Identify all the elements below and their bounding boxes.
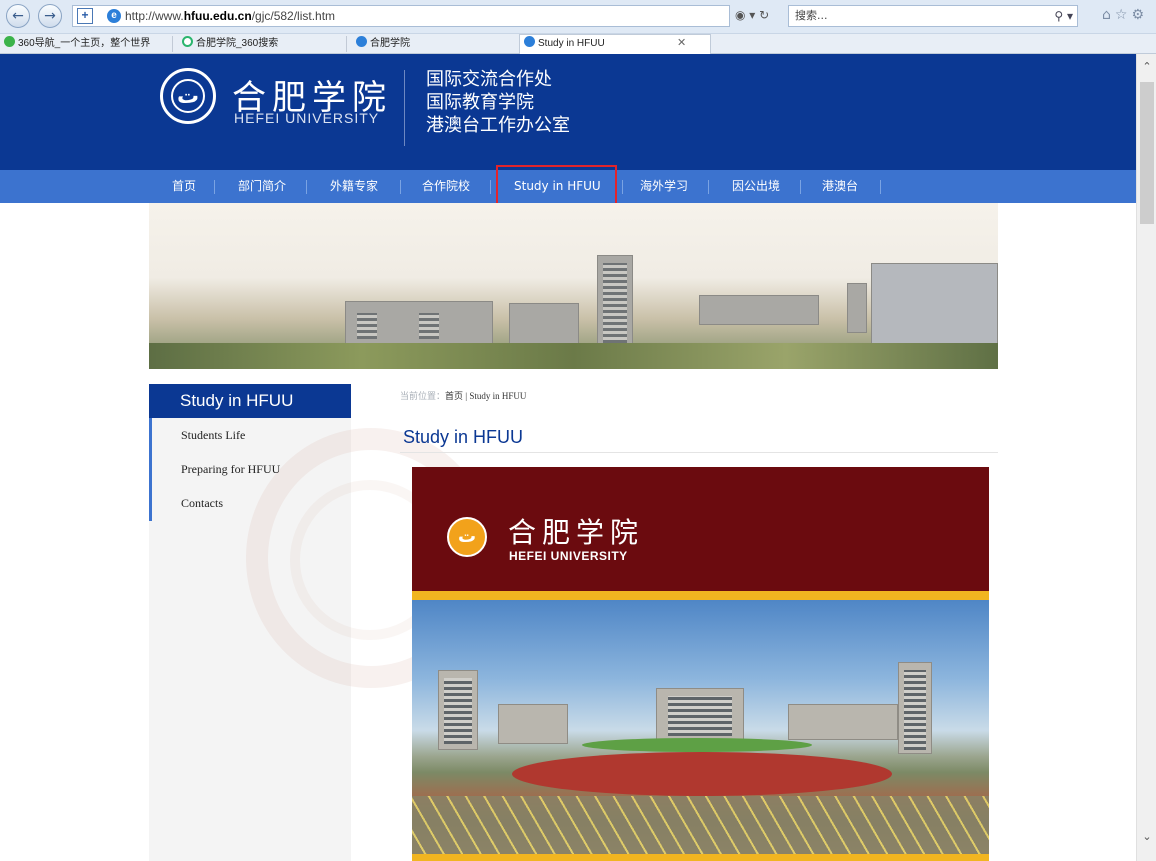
- breadcrumb-current[interactable]: Study in HFUU: [469, 391, 526, 401]
- breadcrumb-home[interactable]: 首页: [445, 391, 463, 401]
- breadcrumb: 当前位置：首页 | Study in HFUU: [400, 391, 527, 401]
- page-favicon-icon: e: [107, 9, 121, 23]
- study-poster-image: ت 合肥学院 HEFEI UNIVERSITY: [412, 467, 989, 861]
- back-icon[interactable]: ←: [6, 4, 30, 28]
- search-icon[interactable]: ⚲ ▾: [1054, 6, 1073, 26]
- tab-study-in-hfuu[interactable]: Study in HFUU: [524, 36, 605, 52]
- department-name: 国际交流合作处 国际教育学院 港澳台工作办公室: [426, 69, 570, 136]
- ie-icon: [524, 36, 535, 47]
- nav-official-abroad[interactable]: 因公出境: [732, 170, 780, 203]
- close-tab-icon[interactable]: ✕: [677, 36, 686, 49]
- toolbar-icons[interactable]: ⌂☆⚙: [1102, 7, 1148, 23]
- tab-360-search[interactable]: 合肥学院_360搜索: [182, 36, 278, 52]
- add-favorite-icon[interactable]: +: [77, 8, 93, 24]
- browser-address-bar: ← → + e http://www.hfuu.edu.cn/gjc/582/l…: [0, 0, 1156, 34]
- settings-gear-icon: ⚙: [1131, 7, 1148, 23]
- scroll-up-icon[interactable]: ⌃: [1137, 60, 1156, 73]
- search-input[interactable]: 搜索... ⚲ ▾: [788, 5, 1078, 27]
- scroll-thumb[interactable]: [1140, 82, 1154, 224]
- poster-logo-chinese: 合肥学院: [508, 516, 645, 549]
- browser-tab-bar: 360导航_一个主页，整个世界 合肥学院_360搜索 合肥学院 Study in…: [0, 34, 1156, 54]
- search-fav-icon: [182, 36, 193, 47]
- favorites-star-icon: ☆: [1114, 7, 1132, 23]
- logo-english[interactable]: HEFEI UNIVERSITY: [234, 110, 379, 126]
- title-divider: [400, 452, 998, 453]
- globe-icon: [4, 36, 15, 47]
- refresh-icon[interactable]: ◉ ▾ ↻: [735, 8, 769, 22]
- nav-dept-intro[interactable]: 部门简介: [238, 170, 286, 203]
- nav-hk-macau-taiwan[interactable]: 港澳台: [822, 170, 858, 203]
- nav-partner-schools[interactable]: 合作院校: [422, 170, 470, 203]
- page-title: Study in HFUU: [403, 427, 524, 447]
- poster-logo-english: HEFEI UNIVERSITY: [509, 549, 628, 563]
- ie-icon: [356, 36, 367, 47]
- tab-360-nav[interactable]: 360导航_一个主页，整个世界: [4, 36, 150, 52]
- sidebar-title: Study in HFUU: [149, 384, 351, 418]
- header-divider: [404, 70, 405, 146]
- nav-home[interactable]: 首页: [172, 170, 196, 203]
- scroll-down-icon[interactable]: ⌄: [1137, 830, 1156, 843]
- home-icon: ⌂: [1101, 7, 1115, 23]
- tab-hfuu[interactable]: 合肥学院: [356, 36, 410, 52]
- url-text: http://www.hfuu.edu.cn/gjc/582/list.htm: [125, 9, 336, 23]
- page-scrollbar[interactable]: ⌃ ⌄: [1136, 54, 1156, 861]
- poster-emblem-icon: ت: [447, 517, 487, 557]
- university-emblem-icon[interactable]: ت: [160, 68, 216, 124]
- nav-overseas-study[interactable]: 海外学习: [640, 170, 688, 203]
- sidebar-item-preparing[interactable]: Preparing for HFUU: [181, 462, 280, 477]
- active-nav-highlight: [496, 165, 617, 208]
- sidebar-item-students-life[interactable]: Students Life: [181, 428, 245, 443]
- campus-banner-image: [149, 203, 998, 369]
- url-input[interactable]: + e http://www.hfuu.edu.cn/gjc/582/list.…: [72, 5, 730, 27]
- nav-foreign-experts[interactable]: 外籍专家: [330, 170, 378, 203]
- sidebar-item-contacts[interactable]: Contacts: [181, 496, 223, 511]
- site-header: ت 合肥学院 HEFEI UNIVERSITY 国际交流合作处 国际教育学院 港…: [0, 54, 1136, 170]
- forward-icon[interactable]: →: [38, 4, 62, 28]
